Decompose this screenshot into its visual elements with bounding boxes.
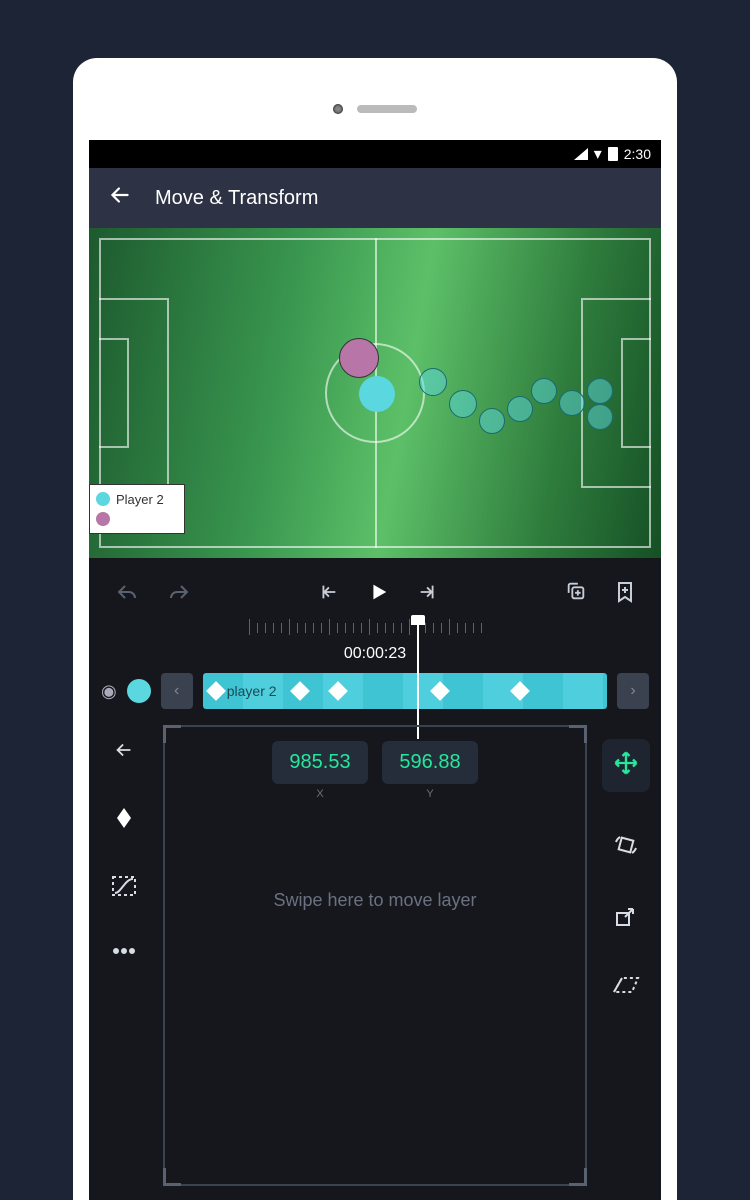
player-marker-pink[interactable] (339, 338, 379, 378)
back-button[interactable] (107, 182, 133, 214)
path-node[interactable] (559, 390, 585, 416)
prev-keyframe-button[interactable] (317, 581, 339, 608)
skew-tool-button[interactable] (612, 974, 640, 1001)
left-tool-column (89, 711, 159, 1200)
timeline-area: document.write(Array.from({length:30},(_… (89, 619, 661, 711)
keyframe-marker[interactable] (510, 681, 530, 701)
x-coord-group: 985.53 X (272, 741, 368, 800)
track-scroll-right[interactable]: › (617, 673, 649, 709)
crop-corner (163, 1168, 181, 1186)
bookmark-add-button[interactable] (615, 580, 635, 609)
swipe-hint: Swipe here to move layer (273, 890, 476, 911)
path-node[interactable] (449, 390, 477, 418)
goal-box-left (99, 338, 129, 448)
track-row: ◉ ‹ player 2 › (89, 671, 661, 711)
tablet-hardware (89, 78, 661, 140)
crop-corner (569, 1168, 587, 1186)
path-node[interactable] (531, 378, 557, 404)
y-label: Y (382, 788, 478, 800)
keyframe-track[interactable]: player 2 (203, 673, 607, 709)
wifi-icon: ▾ (594, 144, 602, 164)
keyframe-marker[interactable] (328, 681, 348, 701)
page-title: Move & Transform (155, 187, 318, 210)
speaker-slot (357, 105, 417, 113)
legend-label-player2: Player 2 (116, 492, 164, 507)
next-keyframe-button[interactable] (417, 581, 439, 608)
app-header: Move & Transform (89, 168, 661, 228)
easing-tool-button[interactable] (111, 875, 137, 902)
status-time: 2:30 (624, 146, 651, 162)
path-node[interactable] (419, 368, 447, 396)
screen: ▾ 2:30 Move & Transform (89, 140, 661, 1200)
path-node[interactable] (479, 408, 505, 434)
path-node[interactable] (587, 378, 613, 404)
x-label: X (272, 788, 368, 800)
coordinate-row: 985.53 X 596.88 Y (272, 741, 478, 800)
legend-row-player2: Player 2 (96, 489, 164, 509)
video-preview[interactable]: Player 2 (89, 228, 661, 558)
keyframe-marker[interactable] (430, 681, 450, 701)
visibility-toggle[interactable]: ◉ (101, 681, 117, 702)
player-marker-cyan[interactable] (359, 376, 395, 412)
legend-swatch-pink (96, 512, 110, 526)
y-coord-group: 596.88 Y (382, 741, 478, 800)
legend-box: Player 2 (89, 484, 185, 534)
crop-corner (163, 725, 181, 743)
path-node[interactable] (587, 404, 613, 430)
keyframe-tool-button[interactable] (114, 806, 134, 835)
battery-icon (608, 147, 618, 161)
keyframe-marker[interactable] (290, 681, 310, 701)
right-tool-column (591, 711, 661, 1200)
keyframe-marker[interactable] (206, 681, 226, 701)
track-scroll-left[interactable]: ‹ (161, 673, 193, 709)
swipe-area[interactable]: 985.53 X 596.88 Y Swipe here to move lay… (163, 725, 587, 1186)
more-button[interactable] (112, 942, 136, 960)
duplicate-button[interactable] (565, 580, 587, 609)
cell-signal-icon (574, 148, 588, 160)
legend-swatch-cyan (96, 492, 110, 506)
transform-panel: 985.53 X 596.88 Y Swipe here to move lay… (89, 711, 661, 1200)
undo-button[interactable] (115, 582, 139, 607)
x-value-input[interactable]: 985.53 (272, 741, 368, 784)
play-button[interactable] (367, 581, 389, 608)
back-tool-button[interactable] (111, 739, 137, 766)
scale-tool-button[interactable] (613, 903, 639, 934)
y-value-input[interactable]: 596.88 (382, 741, 478, 784)
timeline-ruler[interactable]: document.write(Array.from({length:30},(_… (169, 619, 581, 641)
path-node[interactable] (507, 396, 533, 422)
playhead-cap[interactable] (411, 615, 425, 625)
status-bar: ▾ 2:30 (89, 140, 661, 168)
legend-row-pink (96, 509, 164, 529)
rotate-tool-button[interactable] (613, 832, 639, 863)
layer-color-dot[interactable] (127, 679, 151, 703)
move-tool-button[interactable] (602, 739, 650, 792)
track-label: player 2 (227, 683, 277, 699)
crop-corner (569, 725, 587, 743)
goal-box-right (621, 338, 651, 448)
redo-button[interactable] (167, 582, 191, 607)
timecode-display: 00:00:23 (89, 645, 661, 663)
camera-dot (333, 104, 343, 114)
tablet-frame: ▾ 2:30 Move & Transform (73, 58, 677, 1200)
playback-controls (89, 558, 661, 619)
